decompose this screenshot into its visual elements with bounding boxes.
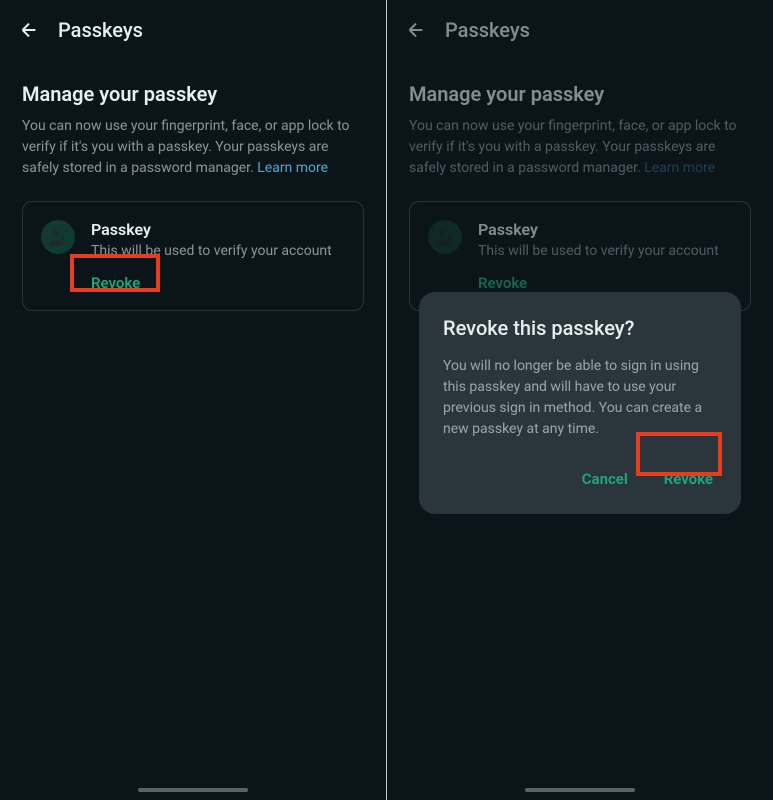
left-pane: Passkeys Manage your passkey You can now… — [0, 0, 386, 800]
card-body: Passkey This will be used to verify your… — [478, 220, 732, 292]
passkey-icon — [428, 220, 462, 254]
back-arrow-icon[interactable] — [18, 19, 40, 41]
passkey-card: Passkey This will be used to verify your… — [22, 201, 364, 311]
header: Passkeys — [387, 0, 773, 58]
page-title: Passkeys — [445, 18, 530, 42]
learn-more-link[interactable]: Learn more — [257, 160, 328, 176]
dialog-body: You will no longer be able to sign in us… — [443, 356, 717, 440]
learn-more-link[interactable]: Learn more — [644, 160, 715, 176]
card-title: Passkey — [91, 220, 345, 239]
dialog-title: Revoke this passkey? — [443, 316, 717, 340]
content-area: Manage your passkey You can now use your… — [0, 58, 386, 311]
revoke-button[interactable]: Revoke — [478, 274, 527, 292]
section-title: Manage your passkey — [22, 82, 364, 106]
revoke-confirm-button[interactable]: Revoke — [660, 462, 717, 496]
section-description: You can now use your fingerprint, face, … — [409, 116, 751, 179]
card-body: Passkey This will be used to verify your… — [91, 220, 345, 292]
section-title: Manage your passkey — [409, 82, 751, 106]
content-area: Manage your passkey You can now use your… — [387, 58, 773, 311]
home-indicator[interactable] — [525, 788, 635, 792]
revoke-button[interactable]: Revoke — [91, 274, 140, 292]
right-pane: Passkeys Manage your passkey You can now… — [387, 0, 773, 800]
home-indicator[interactable] — [138, 788, 248, 792]
dialog-actions: Cancel Revoke — [443, 462, 717, 496]
passkey-icon — [41, 220, 75, 254]
section-description: You can now use your fingerprint, face, … — [22, 116, 364, 179]
header: Passkeys — [0, 0, 386, 58]
confirm-dialog: Revoke this passkey? You will no longer … — [419, 292, 741, 514]
card-subtitle: This will be used to verify your account — [478, 243, 732, 259]
card-title: Passkey — [478, 220, 732, 239]
page-title: Passkeys — [58, 18, 143, 42]
cancel-button[interactable]: Cancel — [578, 462, 632, 496]
back-arrow-icon[interactable] — [405, 19, 427, 41]
card-subtitle: This will be used to verify your account — [91, 243, 345, 259]
